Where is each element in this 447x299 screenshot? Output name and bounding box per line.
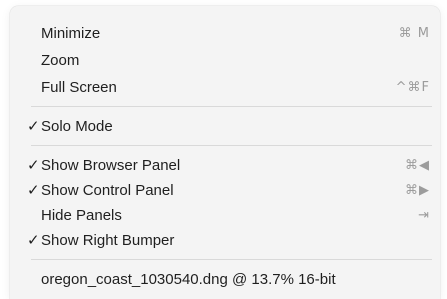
menu-item-label: Minimize bbox=[41, 25, 101, 42]
shortcut-label: ⇥ bbox=[418, 208, 430, 223]
menu-item-label: Show Right Bumper bbox=[41, 232, 175, 249]
menu-item-open-image[interactable]: oregon_coast_1030540.dng @ 13.7% 16-bit bbox=[10, 268, 440, 292]
menu-item-show-browser-panel[interactable]: ✓ Show Browser Panel ⌘◀ bbox=[10, 154, 440, 178]
shortcut-label: ⌘▶ bbox=[405, 183, 430, 198]
menu-separator bbox=[31, 259, 432, 260]
menu-item-hide-panels[interactable]: Hide Panels ⇥ bbox=[10, 204, 440, 228]
checkmark-icon: ✓ bbox=[27, 118, 40, 135]
menu-item-show-control-panel[interactable]: ✓ Show Control Panel ⌘▶ bbox=[10, 179, 440, 203]
menu-separator bbox=[31, 106, 432, 107]
checkmark-icon: ✓ bbox=[27, 182, 40, 199]
menu-item-label: Hide Panels bbox=[41, 207, 122, 224]
menu-separator bbox=[31, 145, 432, 146]
menu-item-label: Solo Mode bbox=[41, 118, 113, 135]
menu-item-full-screen[interactable]: Full Screen ^⌘F bbox=[10, 76, 440, 100]
menu-item-solo-mode[interactable]: ✓ Solo Mode bbox=[10, 115, 440, 139]
menu-item-label: Zoom bbox=[41, 52, 80, 69]
menu-item-zoom[interactable]: Zoom bbox=[10, 49, 440, 73]
shortcut-label: ^⌘F bbox=[395, 80, 430, 95]
menu-item-label: Show Browser Panel bbox=[41, 157, 181, 174]
checkmark-icon: ✓ bbox=[27, 157, 40, 174]
shortcut-label: ⌘◀ bbox=[405, 158, 430, 173]
menu-item-show-right-bumper[interactable]: ✓ Show Right Bumper bbox=[10, 229, 440, 253]
menu-item-label: oregon_coast_1030540.dng @ 13.7% 16-bit bbox=[41, 271, 336, 288]
checkmark-icon: ✓ bbox=[27, 232, 40, 249]
menu-item-minimize[interactable]: Minimize ⌘ M bbox=[10, 22, 440, 46]
menu-item-label: Show Control Panel bbox=[41, 182, 174, 199]
menu-item-label: Full Screen bbox=[41, 79, 117, 96]
shortcut-label: ⌘ M bbox=[398, 26, 430, 41]
window-menu: Minimize ⌘ M Zoom Full Screen ^⌘F ✓ Solo… bbox=[10, 6, 440, 299]
